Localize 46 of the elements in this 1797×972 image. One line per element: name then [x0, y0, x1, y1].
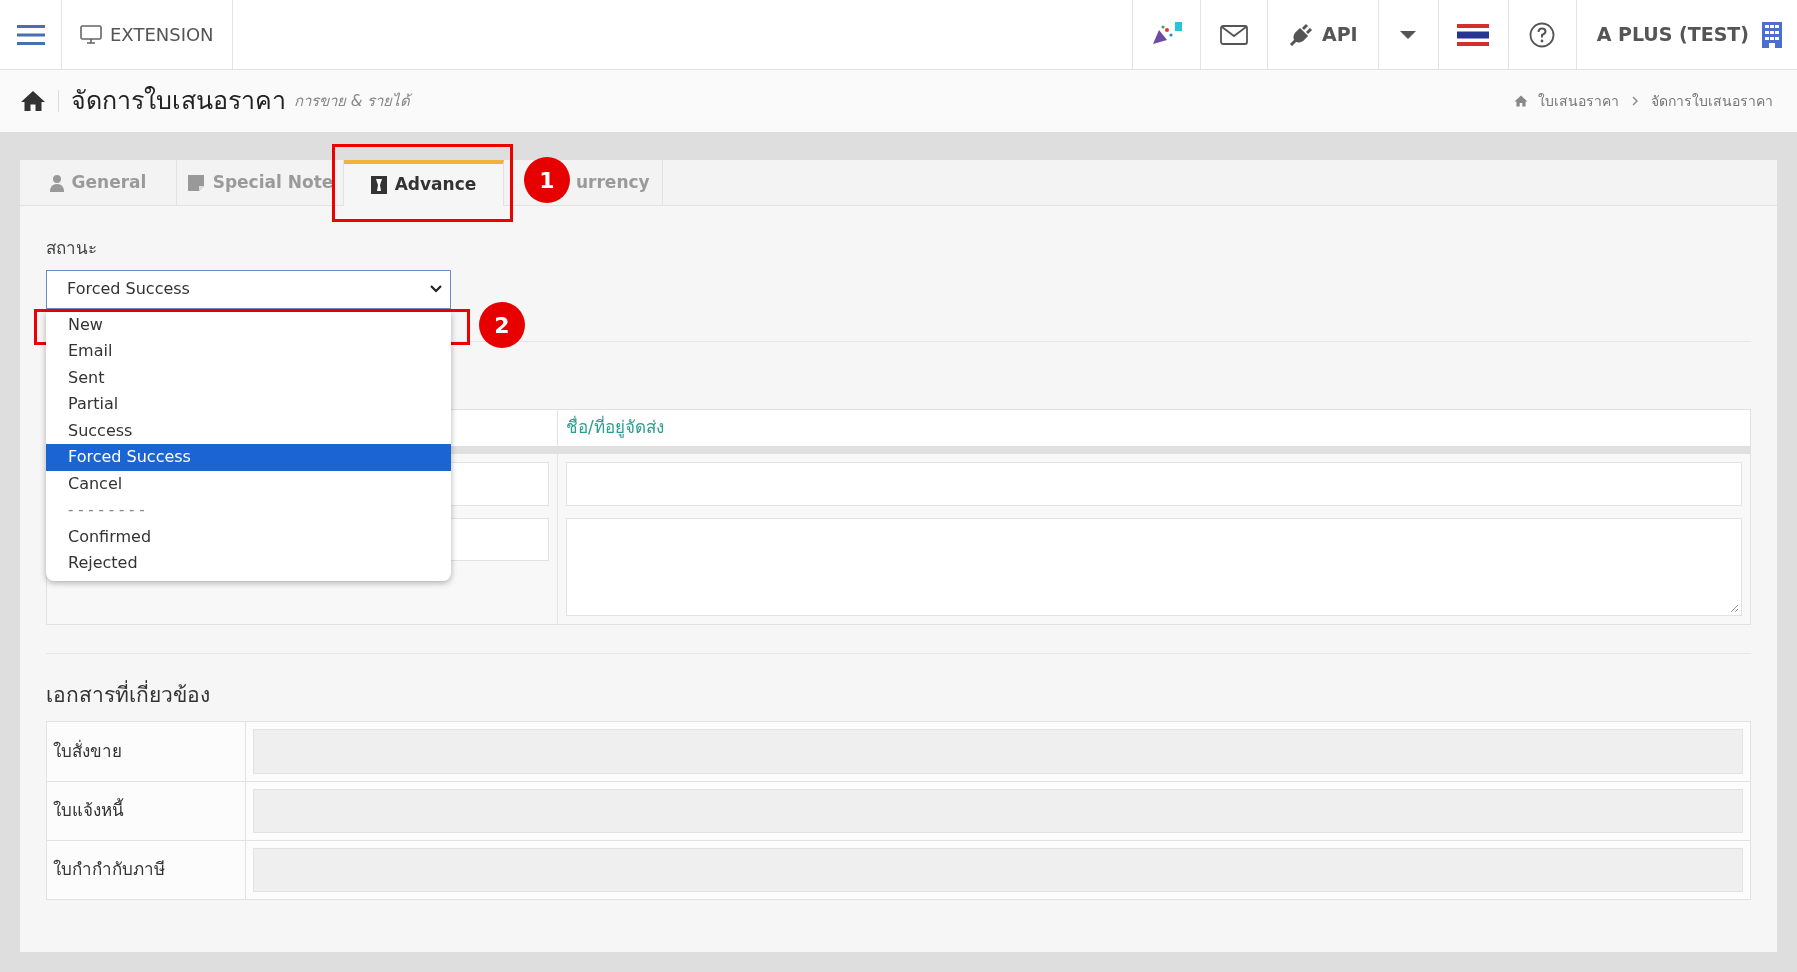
breadcrumb-link[interactable]: จัดการใบเสนอราคา	[1651, 90, 1773, 112]
dropdown-option[interactable]: Confirmed	[46, 523, 451, 550]
section-title: เอกสารที่เกี่ยวข้อง	[46, 679, 211, 709]
dropdown-option[interactable]: Success	[46, 417, 451, 444]
input-field[interactable]	[253, 848, 1743, 892]
dropdown-option[interactable]: Sent	[46, 364, 451, 391]
input-field[interactable]	[566, 461, 1742, 506]
option-separator: - - - - - - - -	[67, 500, 146, 521]
chevron-icon	[1631, 96, 1639, 106]
extension-button[interactable]: EXTENSION	[62, 0, 233, 69]
chevron-down-icon	[430, 285, 442, 293]
home-icon	[20, 90, 46, 112]
dropdown-option[interactable]: Cancel	[46, 470, 451, 497]
resize-handle-icon[interactable]	[1729, 602, 1739, 613]
plug-icon	[1287, 21, 1314, 48]
home-icon	[1514, 95, 1528, 107]
info-icon	[370, 176, 387, 194]
dropdown-option[interactable]: Email	[46, 338, 451, 365]
row-label: ใบแจ้งหนี้	[47, 782, 246, 840]
dropdown-option[interactable]: Rejected	[46, 550, 451, 577]
row-label: ใบกำกำกับภาษี	[47, 841, 246, 899]
page-subtitle: การขาย & รายได้	[294, 90, 411, 112]
caret-icon	[1399, 29, 1418, 40]
api-button[interactable]: API	[1266, 0, 1378, 69]
user-button[interactable]: A PLUS (TEST)	[1575, 0, 1797, 69]
input-field[interactable]	[253, 729, 1743, 774]
mail-icon	[1219, 24, 1248, 45]
column-header: ชื่อ/ที่อยู่จัดส่ง	[565, 414, 665, 440]
user-icon	[49, 173, 64, 192]
monitor-icon	[80, 24, 102, 45]
building-icon	[1761, 20, 1783, 49]
dropdown-option[interactable]: Partial	[46, 391, 451, 418]
home-link[interactable]	[20, 90, 59, 112]
field-label: สถานะ	[46, 237, 98, 260]
page-title: จัดการใบเสนอราคา	[71, 85, 286, 118]
dropdown-option[interactable]: Forced Success	[46, 444, 451, 471]
tab[interactable]: Advance	[344, 160, 504, 206]
input-field[interactable]	[253, 789, 1743, 833]
note-icon	[186, 173, 205, 192]
breadcrumb-link[interactable]: ใบเสนอราคา	[1538, 90, 1619, 112]
menu-icon	[16, 23, 45, 46]
dropdown-option[interactable]: New	[46, 311, 451, 338]
flag-icon	[1457, 23, 1490, 46]
status-select[interactable]: Forced Success	[46, 269, 451, 309]
help-icon	[1529, 21, 1556, 48]
row-label: ใบสั่งขาย	[47, 722, 246, 781]
